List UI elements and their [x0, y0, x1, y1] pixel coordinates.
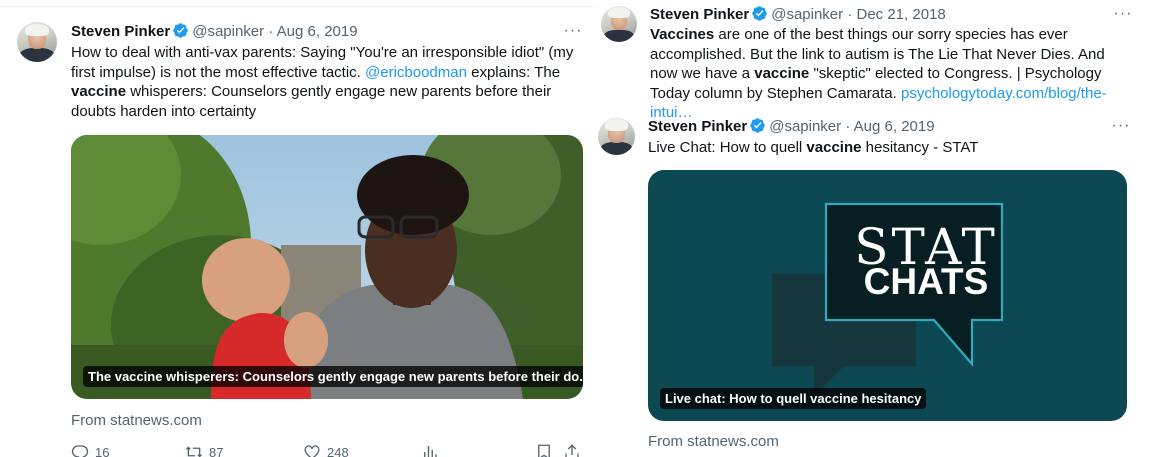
text-segment: Live Chat: How to quell	[648, 139, 807, 156]
text-segment: explains: The	[466, 63, 561, 81]
text-segment: hesitancy - STAT	[861, 139, 979, 156]
tweet-text: Live Chat: How to quell vaccine hesitanc…	[648, 138, 1118, 158]
author-handle[interactable]: @sapinker	[769, 118, 841, 135]
tweet[interactable]: Steven Pinker @sapinker · Aug 6, 2019 ···…	[0, 0, 597, 457]
separator: ·	[845, 118, 851, 135]
reply-icon	[71, 445, 89, 457]
retweet-count: 87	[209, 445, 224, 457]
author-name[interactable]: Steven Pinker	[71, 23, 170, 40]
share-icon	[565, 444, 579, 457]
tweet-header: Steven Pinker @sapinker · Aug 6, 2019	[648, 117, 935, 137]
highlighted-term: Vaccines	[650, 26, 715, 43]
like-count: 248	[327, 445, 349, 457]
more-options-icon[interactable]: ···	[1110, 118, 1132, 139]
text-segment: whisperers: Counselors gently engage new…	[71, 83, 552, 120]
tweet[interactable]: Steven Pinker @sapinker · Dec 21, 2018 ··…	[597, 0, 1163, 121]
avatar[interactable]	[598, 118, 635, 155]
avatar[interactable]	[601, 6, 637, 42]
tweet-text: Vaccines are one of the best things our …	[650, 25, 1110, 123]
tweet-date[interactable]: Dec 21, 2018	[857, 6, 946, 23]
separator: ·	[268, 23, 274, 40]
separator: ·	[847, 6, 853, 23]
like-button[interactable]: 248	[303, 443, 349, 457]
card-title-chats: CHATS	[863, 261, 989, 302]
bookmark-button[interactable]	[535, 443, 559, 457]
more-options-icon[interactable]: ···	[562, 23, 584, 44]
left-panel: Steven Pinker @sapinker · Aug 6, 2019 ···…	[0, 0, 597, 457]
verified-badge-icon	[750, 118, 765, 133]
card-source[interactable]: From statnews.com	[71, 412, 202, 429]
author-name[interactable]: Steven Pinker	[650, 6, 749, 23]
tweet-date[interactable]: Aug 6, 2019	[277, 23, 358, 40]
analytics-icon	[424, 446, 437, 457]
views-button[interactable]	[421, 443, 445, 457]
retweet-button[interactable]: 87	[185, 443, 223, 457]
bookmark-icon	[538, 444, 550, 457]
tweet-text: How to deal with anti-vax parents: Sayin…	[71, 43, 586, 121]
more-options-icon[interactable]: ···	[1112, 6, 1134, 27]
tweet-date[interactable]: Aug 6, 2019	[854, 118, 935, 135]
reply-count: 16	[95, 445, 110, 457]
card-image	[71, 135, 583, 399]
author-handle[interactable]: @sapinker	[192, 23, 264, 40]
tweet-header: Steven Pinker @sapinker · Aug 6, 2019	[71, 22, 358, 42]
author-name[interactable]: Steven Pinker	[648, 118, 747, 135]
highlighted-term: vaccine	[71, 83, 127, 101]
verified-badge-icon	[752, 6, 767, 21]
card-source[interactable]: From statnews.com	[648, 433, 779, 450]
highlighted-term: vaccine	[754, 65, 810, 83]
highlighted-term: vaccine	[806, 139, 862, 156]
tweet-header: Steven Pinker @sapinker · Dec 21, 2018	[650, 5, 946, 25]
card-caption: Live chat: How to quell vaccine hesitanc…	[660, 388, 927, 409]
tweet[interactable]: Steven Pinker @sapinker · Aug 6, 2019 ···…	[597, 110, 1163, 457]
tweet-actions: 16 87 248	[71, 443, 583, 457]
verified-badge-icon	[173, 23, 188, 38]
retweet-icon	[186, 446, 202, 457]
author-handle[interactable]: @sapinker	[771, 6, 843, 23]
heart-icon	[304, 445, 320, 457]
mention-link[interactable]: @ericboodman	[365, 64, 467, 81]
reply-button[interactable]: 16	[71, 443, 109, 457]
right-panel: Steven Pinker @sapinker · Dec 21, 2018 ··…	[597, 0, 1163, 457]
link-card[interactable]: STAT CHATS Live chat: How to quell vacci…	[648, 170, 1127, 421]
share-button[interactable]	[563, 443, 587, 457]
avatar[interactable]	[17, 22, 57, 62]
card-caption: The vaccine whisperers: Counselors gentl…	[83, 366, 583, 387]
link-card[interactable]: The vaccine whisperers: Counselors gentl…	[71, 135, 583, 399]
